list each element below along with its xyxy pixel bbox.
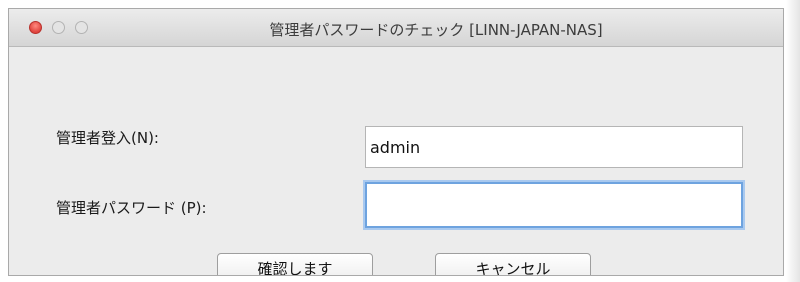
password-dialog-window: 管理者パスワードのチェック [LINN-JAPAN-NAS] 管理者登入(N):… [8,8,784,276]
username-input[interactable] [365,126,743,168]
confirm-button[interactable]: 確認します [217,253,373,275]
minimize-window-button[interactable] [52,21,65,34]
username-label: 管理者登入(N): [56,129,159,147]
dialog-content: 管理者登入(N): 管理者パスワード (P): 確認します キャンセル [9,47,783,275]
password-label: 管理者パスワード (P): [56,199,207,217]
zoom-window-button[interactable] [75,21,88,34]
window-edge-shadow [786,0,800,282]
title-bar[interactable]: 管理者パスワードのチェック [LINN-JAPAN-NAS] [9,9,783,47]
password-input[interactable] [365,182,743,228]
close-window-button[interactable] [29,21,42,34]
window-title: 管理者パスワードのチェック [LINN-JAPAN-NAS] [269,21,603,39]
cancel-button[interactable]: キャンセル [435,253,591,275]
